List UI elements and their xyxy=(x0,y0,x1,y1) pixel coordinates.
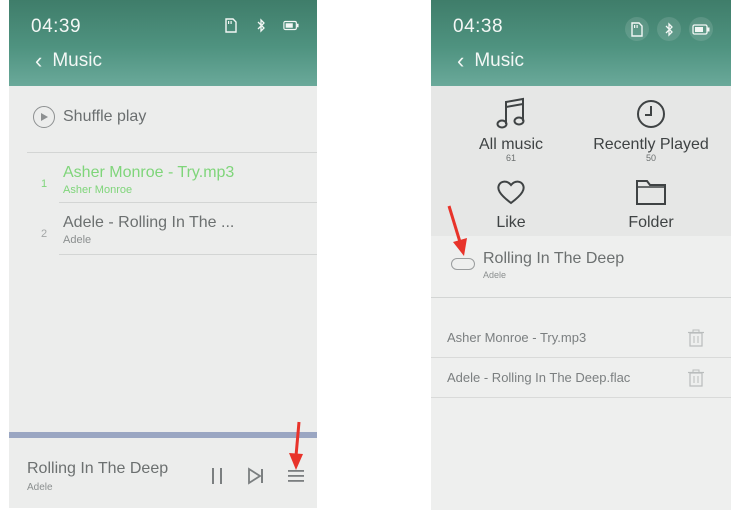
category-label: Folder xyxy=(628,214,674,231)
status-time: 04:38 xyxy=(453,16,504,37)
category-label: All music xyxy=(478,136,543,153)
category-grid: All music 61 Recently Played 50 Like Fol… xyxy=(431,86,731,236)
status-icons xyxy=(625,17,713,41)
header-title: Music xyxy=(52,50,102,71)
sd-card-icon xyxy=(625,17,649,41)
mini-player: Rolling In The Deep Adele xyxy=(9,438,317,508)
shuffle-label: Shuffle play xyxy=(63,108,147,125)
now-playing-title[interactable]: Rolling In The Deep xyxy=(27,460,168,478)
trash-icon[interactable] xyxy=(687,329,705,347)
song-title: Asher Monroe - Try.mp3 xyxy=(63,164,235,181)
category-label: Recently Played xyxy=(593,136,709,153)
back-button[interactable]: ‹ Music xyxy=(35,50,102,72)
battery-icon xyxy=(283,17,299,33)
divider xyxy=(59,202,317,203)
clock-icon xyxy=(631,94,671,134)
trash-icon[interactable] xyxy=(687,369,705,387)
status-time: 04:39 xyxy=(31,16,82,37)
bluetooth-icon xyxy=(657,17,681,41)
pause-icon[interactable] xyxy=(205,464,229,488)
sd-card-icon xyxy=(223,17,239,33)
list-item[interactable]: Asher Monroe - Try.mp3 xyxy=(431,318,731,358)
back-button[interactable]: ‹ Music xyxy=(457,50,524,72)
song-list: Shuffle play 1 Asher Monroe - Try.mp3 As… xyxy=(9,86,317,434)
queue-item-label: Adele - Rolling In The Deep.flac xyxy=(447,370,631,385)
heart-icon xyxy=(491,172,531,212)
left-screenshot: 04:39 ‹ Music Shuffle play 1 Asher Monro… xyxy=(9,0,317,508)
category-all-music[interactable]: All music 61 xyxy=(436,94,586,163)
queue-item-label: Asher Monroe - Try.mp3 xyxy=(447,330,587,345)
list-item[interactable]: 1 Asher Monroe - Try.mp3 Asher Monroe xyxy=(9,156,317,204)
song-artist: Asher Monroe xyxy=(63,184,133,196)
now-playing-title: Rolling In The Deep xyxy=(483,250,625,267)
toggle-pill-icon[interactable] xyxy=(451,258,475,270)
song-index: 2 xyxy=(41,228,48,240)
now-playing-row[interactable]: Rolling In The Deep Adele xyxy=(431,236,731,298)
bluetooth-icon xyxy=(253,17,269,33)
music-note-icon xyxy=(491,94,531,134)
status-header: 04:38 ‹ Music xyxy=(431,0,731,86)
right-screenshot: 04:38 ‹ Music All music 61 Recently Play… xyxy=(431,0,731,510)
category-recently-played[interactable]: Recently Played 50 xyxy=(576,94,726,163)
header-title: Music xyxy=(474,50,524,71)
now-playing-artist: Adele xyxy=(483,270,507,280)
red-arrow-indicator xyxy=(447,205,467,256)
now-playing-artist: Adele xyxy=(27,482,53,493)
divider xyxy=(27,152,317,153)
next-track-icon[interactable] xyxy=(244,464,268,488)
song-title: Adele - Rolling In The ... xyxy=(63,214,235,231)
divider xyxy=(59,254,317,255)
chevron-left-icon: ‹ xyxy=(35,48,43,73)
red-arrow-indicator xyxy=(289,421,303,470)
category-folder[interactable]: Folder xyxy=(576,172,726,232)
play-queue: Asher Monroe - Try.mp3 Adele - Rolling I… xyxy=(431,298,731,510)
category-count: 61 xyxy=(505,153,516,163)
status-header: 04:39 ‹ Music xyxy=(9,0,317,86)
list-item[interactable]: Adele - Rolling In The Deep.flac xyxy=(431,358,731,398)
chevron-left-icon: ‹ xyxy=(457,48,465,73)
song-artist: Adele xyxy=(63,234,92,246)
play-circle-icon xyxy=(33,106,55,128)
status-icons xyxy=(223,17,299,33)
category-count: 50 xyxy=(645,153,656,163)
battery-icon xyxy=(689,17,713,41)
shuffle-play-button[interactable]: Shuffle play xyxy=(33,106,146,128)
song-index: 1 xyxy=(41,178,48,190)
list-item[interactable]: 2 Adele - Rolling In The ... Adele xyxy=(9,206,317,254)
folder-icon xyxy=(631,172,671,212)
